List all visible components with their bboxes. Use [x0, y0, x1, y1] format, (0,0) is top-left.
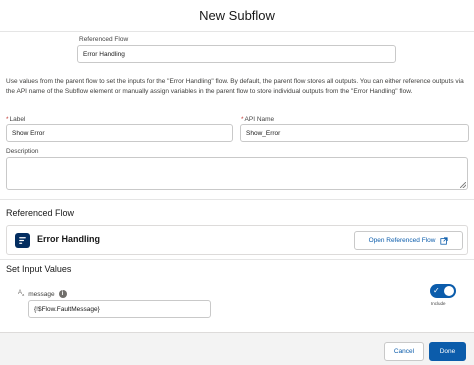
resize-grip-icon[interactable]: [460, 182, 466, 188]
set-input-values-title: Set Input Values: [6, 264, 72, 274]
description-textarea[interactable]: [6, 157, 468, 190]
info-icon[interactable]: i: [58, 290, 67, 298]
modal-header: New Subflow: [0, 0, 474, 32]
description-field-label: Description: [6, 148, 39, 155]
text-type-icon: Aa: [18, 290, 25, 298]
flow-icon: [15, 233, 30, 248]
inputs-description-text: Use values from the parent flow to set t…: [6, 78, 464, 95]
message-param-label-row: Aa message i: [18, 290, 67, 298]
divider: [0, 199, 474, 200]
label-input[interactable]: Show Error: [6, 124, 233, 142]
divider: [0, 259, 474, 260]
label-field-label: *Label: [6, 116, 26, 123]
done-button[interactable]: Done: [429, 342, 466, 361]
modal-footer: Cancel Done: [0, 332, 474, 365]
cancel-button[interactable]: Cancel: [384, 342, 424, 361]
message-param-label: message: [28, 290, 55, 298]
referenced-flow-section-title: Referenced Flow: [6, 208, 75, 218]
message-value-input[interactable]: {!$Flow.FaultMessage}: [28, 300, 211, 318]
referenced-flow-name: Error Handling: [37, 234, 101, 244]
open-referenced-flow-button[interactable]: Open Referenced Flow: [354, 231, 463, 250]
modal-body: Referenced Flow Error Handling Use value…: [0, 33, 474, 332]
check-icon: ✓: [433, 286, 440, 295]
required-mark: *: [6, 116, 9, 123]
referenced-flow-field-label: Referenced Flow: [79, 36, 129, 43]
api-name-field-label: *API Name: [241, 116, 275, 123]
referenced-flow-input[interactable]: Error Handling: [77, 45, 396, 63]
open-referenced-flow-label: Open Referenced Flow: [368, 237, 436, 244]
external-link-icon: [440, 236, 449, 245]
referenced-flow-card: Error Handling Open Referenced Flow: [6, 225, 468, 255]
required-mark: *: [241, 116, 244, 123]
include-toggle-caption: Include: [431, 301, 446, 306]
api-name-input[interactable]: Show_Error: [240, 124, 469, 142]
include-toggle[interactable]: ✓: [430, 284, 456, 298]
modal-title: New Subflow: [199, 8, 275, 23]
toggle-knob: [444, 286, 454, 296]
